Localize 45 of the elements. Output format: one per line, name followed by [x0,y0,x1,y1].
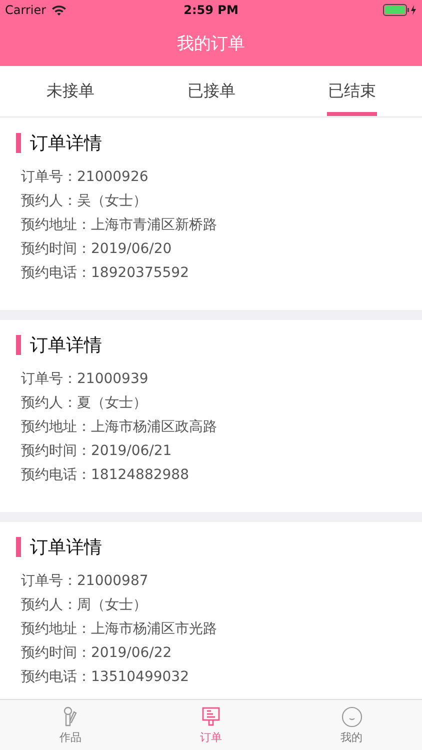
field-value: 2019/06/21 [91,442,172,461]
field-label: 预约人： [21,596,77,615]
field-value: 上海市青浦区新桥路 [91,216,217,235]
field-value: 18920375592 [91,264,189,283]
field-label: 预约电话： [21,668,91,687]
accent-bar [16,335,21,355]
field-label: 预约地址： [21,620,91,639]
card-title: 订单详情 [30,536,102,559]
field-label: 预约电话： [21,466,91,485]
accent-bar [16,537,21,557]
field-value: 上海市杨浦区市光路 [91,620,217,639]
field-label: 预约地址： [21,216,91,235]
card-title: 订单详情 [30,334,102,357]
page-title: 我的订单 [177,32,245,54]
field-label: 订单号： [21,370,77,389]
status-time: 2:59 PM [184,3,238,17]
smiley-icon [340,706,363,728]
field-value: 夏（女士） [77,394,147,413]
field-label: 预约人： [21,394,77,413]
carrier-name: Carrier [5,3,46,17]
battery-icon [383,4,418,16]
field-value: 21000926 [77,168,148,187]
wifi-icon [51,4,68,16]
field-label: 预约时间： [21,644,91,663]
field-label: 订单号： [21,572,77,591]
field-label: 预约地址： [21,418,91,437]
accent-bar [16,133,21,153]
field-label: 预约时间： [21,442,91,461]
card-title: 订单详情 [30,132,102,155]
tab-bar-item[interactable]: 作品 [0,700,141,750]
field-value: 2019/06/22 [91,644,172,663]
field-value: 21000987 [77,572,148,591]
tab-bar-item[interactable]: 我的 [281,700,422,750]
field-value: 13510499032 [91,668,189,687]
field-label: 预约时间： [21,240,91,259]
signboard-icon [200,706,222,728]
field-value: 18124882988 [91,466,189,485]
field-value: 周（女士） [77,596,147,615]
field-label: 订单号： [21,168,77,187]
field-label: 预约人： [21,192,77,211]
field-value: 21000939 [77,370,148,389]
field-label: 预约电话： [21,264,91,283]
field-value: 吴（女士） [77,192,147,211]
field-value: 上海市杨浦区政高路 [91,418,217,437]
field-value: 2019/06/20 [91,240,172,259]
